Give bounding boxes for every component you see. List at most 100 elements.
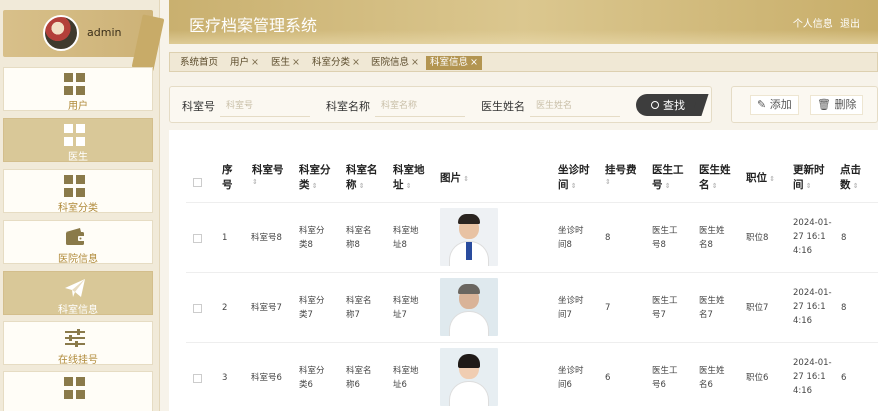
sort-icon[interactable]: ⇕ — [804, 182, 812, 190]
sort-icon[interactable]: ⇕ — [605, 178, 637, 186]
cell-position: 职位7 — [746, 303, 769, 313]
col-fee[interactable]: 挂号费 ⇕ — [605, 163, 637, 186]
select-all-checkbox[interactable] — [193, 178, 202, 187]
sort-icon[interactable]: ⇕ — [569, 182, 577, 190]
paper-plane-icon — [65, 279, 85, 297]
sort-icon[interactable]: ⇕ — [357, 182, 365, 190]
tab-dept-info[interactable]: 科室信息 × — [426, 56, 482, 70]
tab-home[interactable]: 系统首页 — [180, 56, 218, 70]
add-button-label: 添加 — [769, 98, 792, 111]
cell-doctor-no: 医生工 号7 — [652, 296, 678, 320]
dept-name-input[interactable] — [375, 95, 465, 117]
col-image[interactable]: 图片 ⇕ — [440, 171, 469, 186]
row-checkbox[interactable] — [193, 374, 202, 383]
search-button[interactable]: 查找 — [636, 94, 709, 116]
table-row[interactable]: 1 科室号8 科室分 类8 科室名 称8 科室地 址8 坐诊时 间8 8 医生工 号8 医… — [186, 202, 878, 272]
col-dept-name[interactable]: 科室名称 ⇕ — [346, 163, 378, 193]
dept-table: 序号 科室号 ⇕ 科室分类 ⇕ 科室名称 ⇕ 科室地址 ⇕ 图片 ⇕ 坐诊时间 ⇕… — [169, 130, 878, 411]
sidebar-item-online-registration[interactable]: 在线挂号 — [3, 321, 153, 366]
cell-dept-no: 科室号8 — [251, 233, 282, 243]
cell-position: 职位6 — [746, 373, 769, 383]
tab-label: 医院信息 — [371, 57, 410, 68]
profile-link[interactable]: 个人信息 — [793, 19, 833, 30]
cell-index: 3 — [222, 373, 228, 383]
col-dept-no[interactable]: 科室号 ⇕ — [252, 163, 284, 186]
sidebar-item-hospital-info[interactable]: 医院信息 — [3, 220, 153, 265]
col-address[interactable]: 科室地址 ⇕ — [393, 163, 425, 193]
sidebar-item-dept-info[interactable]: 科室信息 — [3, 271, 153, 316]
sort-icon[interactable]: ⇕ — [851, 182, 859, 190]
col-updated[interactable]: 更新时间 ⇕ — [793, 163, 825, 193]
cell-clicks: 8 — [841, 303, 847, 313]
cell-fee: 6 — [605, 373, 611, 383]
sort-icon[interactable]: ⇕ — [767, 175, 775, 183]
sidebar-item-users[interactable]: 用户 — [3, 67, 153, 112]
doctor-photo — [440, 348, 498, 406]
dept-no-label: 科室号 — [182, 100, 215, 113]
cell-sit-time: 坐诊时 间6 — [558, 366, 584, 390]
user-card[interactable]: admin — [3, 10, 165, 72]
header: 医疗档案管理系统 个人信息 退出 — [169, 0, 878, 44]
cell-index: 1 — [222, 233, 228, 243]
sidebar-item-label: 医院信息 — [58, 254, 98, 265]
logout-link[interactable]: 退出 — [840, 19, 860, 30]
col-index[interactable]: 序号 — [222, 163, 233, 193]
cell-address: 科室地 址8 — [393, 226, 419, 250]
cell-address: 科室地 址6 — [393, 366, 419, 390]
close-icon[interactable]: × — [251, 57, 259, 68]
table-row[interactable]: 3 科室号6 科室分 类6 科室名 称6 科室地 址6 坐诊时 间6 6 医生工 号6 医… — [186, 342, 878, 411]
sort-icon[interactable]: ⇕ — [461, 175, 469, 183]
search-button-tail — [691, 94, 709, 116]
sort-icon[interactable]: ⇕ — [663, 182, 671, 190]
row-checkbox[interactable] — [193, 234, 202, 243]
username: admin — [87, 26, 122, 39]
tab-doctors[interactable]: 医生 × — [271, 56, 300, 70]
row-checkbox[interactable] — [193, 304, 202, 313]
cell-updated: 2024-01- 27 16:1 4:16 — [793, 358, 832, 396]
cell-dept-name: 科室名 称6 — [346, 366, 372, 390]
cell-index: 2 — [222, 303, 228, 313]
sidebar-item-dept-category[interactable]: 科室分类 — [3, 169, 153, 214]
tab-dept-category[interactable]: 科室分类 × — [312, 56, 360, 70]
tab-bar: 系统首页 用户 × 医生 × 科室分类 × 医院信息 × 科室信息 × — [169, 52, 878, 72]
tab-label: 医生 — [271, 57, 291, 68]
delete-button[interactable]: 🗑 删除 — [810, 95, 864, 115]
close-icon[interactable]: × — [352, 57, 360, 68]
search-panel: 科室号 科室名称 医生姓名 查找 — [169, 86, 712, 123]
cell-doctor-name: 医生姓 名8 — [699, 226, 725, 250]
close-icon[interactable]: × — [411, 57, 419, 68]
doctor-photo — [440, 278, 498, 336]
doctor-name-input[interactable] — [530, 95, 620, 117]
table-row[interactable]: 2 科室号7 科室分 类7 科室名 称7 科室地 址7 坐诊时 间7 7 医生工 号7 医… — [186, 272, 878, 342]
edit-icon: ✎ — [757, 98, 767, 111]
cell-category: 科室分 类8 — [299, 226, 325, 250]
col-doctor-name[interactable]: 医生姓名 ⇕ — [699, 163, 731, 193]
cell-fee: 7 — [605, 303, 611, 313]
sort-icon[interactable]: ⇕ — [310, 182, 318, 190]
cell-dept-name: 科室名 称7 — [346, 296, 372, 320]
col-clicks[interactable]: 点击数 ⇕ — [840, 163, 861, 193]
col-position[interactable]: 职位 ⇕ — [746, 171, 775, 186]
tab-users[interactable]: 用户 × — [230, 56, 259, 70]
cell-dept-no: 科室号6 — [251, 373, 282, 383]
sort-icon[interactable]: ⇕ — [710, 182, 718, 190]
sidebar-item-doctors[interactable]: 医生 — [3, 118, 153, 163]
tab-label: 系统首页 — [180, 57, 219, 68]
cell-address: 科室地 址7 — [393, 296, 419, 320]
col-sit-time[interactable]: 坐诊时间 ⇕ — [558, 163, 590, 193]
sidebar-item-label: 科室分类 — [58, 203, 98, 214]
dept-no-input[interactable] — [220, 95, 310, 117]
cell-sit-time: 坐诊时 间7 — [558, 296, 584, 320]
sidebar-item-more[interactable] — [3, 371, 153, 411]
add-button[interactable]: ✎ 添加 — [750, 95, 799, 115]
col-doctor-no[interactable]: 医生工号 ⇕ — [652, 163, 684, 193]
cell-updated: 2024-01- 27 16:1 4:16 — [793, 288, 832, 326]
sort-icon[interactable]: ⇕ — [404, 182, 412, 190]
tab-hospital-info[interactable]: 医院信息 × — [371, 56, 419, 70]
close-icon[interactable]: × — [470, 57, 478, 68]
col-category[interactable]: 科室分类 ⇕ — [299, 163, 331, 193]
close-icon[interactable]: × — [292, 57, 300, 68]
sort-icon[interactable]: ⇕ — [252, 178, 284, 186]
cell-doctor-no: 医生工 号6 — [652, 366, 678, 390]
avatar[interactable] — [43, 15, 79, 51]
